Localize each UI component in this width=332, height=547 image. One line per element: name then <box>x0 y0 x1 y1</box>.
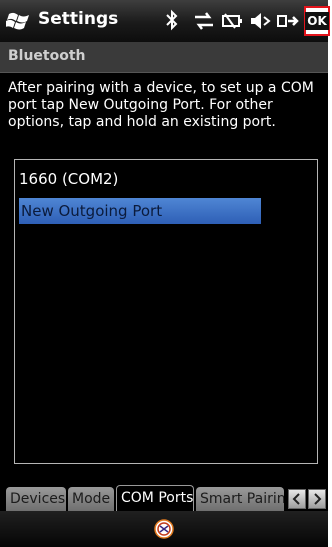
battery-icon[interactable] <box>220 8 244 34</box>
ok-button[interactable]: OK <box>304 6 330 36</box>
device-screen: Settings OK Bluetooth After pairing with… <box>0 0 332 547</box>
bluetooth-icon[interactable] <box>162 8 182 34</box>
instructions-text: After pairing with a device, to set up a… <box>8 80 314 130</box>
input-panel-icon[interactable] <box>154 519 174 539</box>
bottom-bar <box>0 511 328 547</box>
tab-scroll-right-button[interactable] <box>308 489 326 509</box>
com-port-list[interactable]: 1660 (COM2) New Outgoing Port <box>14 159 318 464</box>
section-title: Bluetooth <box>8 48 86 64</box>
tab-mode[interactable]: Mode <box>68 487 114 511</box>
app-title: Settings <box>38 9 119 29</box>
chevron-right-icon <box>314 493 322 505</box>
tab-smart-pairing[interactable]: Smart Pairing <box>196 487 284 511</box>
volume-icon[interactable] <box>248 8 272 34</box>
title-bar: Settings OK <box>0 0 330 42</box>
chevron-left-icon <box>292 493 300 505</box>
network-icon[interactable] <box>276 8 300 34</box>
tab-bar: Devices Mode COM Ports Smart Pairing <box>0 485 328 511</box>
tab-devices[interactable]: Devices <box>6 487 66 511</box>
ok-label: OK <box>305 12 329 30</box>
windows-start-icon[interactable] <box>6 9 32 33</box>
tab-scroll-left-button[interactable] <box>288 489 306 509</box>
sync-icon[interactable] <box>192 8 216 34</box>
list-item-new-outgoing-port[interactable]: New Outgoing Port <box>19 198 261 224</box>
list-item-com2[interactable]: 1660 (COM2) <box>19 170 118 188</box>
section-header: Bluetooth <box>0 42 328 73</box>
tab-com-ports[interactable]: COM Ports <box>116 485 194 511</box>
